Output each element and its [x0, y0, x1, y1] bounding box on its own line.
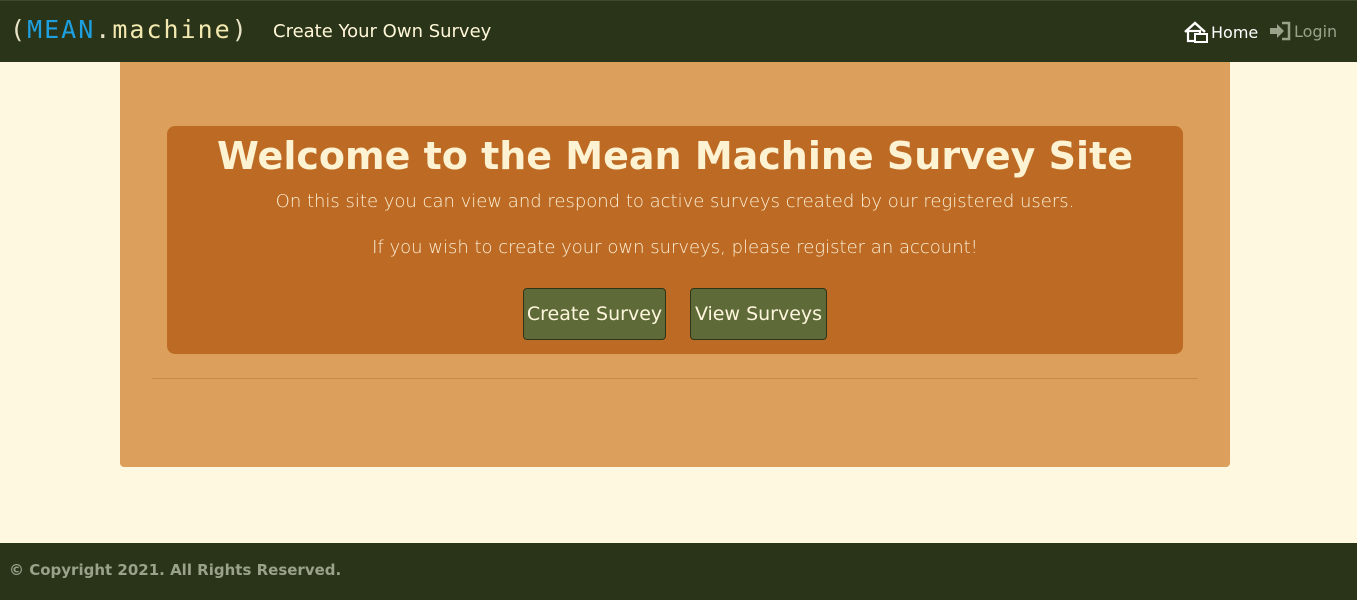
brand-machine: machine [112, 15, 232, 44]
nav-home-link[interactable]: Home [1183, 21, 1258, 43]
footer: © Copyright 2021. All Rights Reserved. [0, 543, 1357, 600]
brand-close-paren: ) [231, 15, 249, 44]
hero-description: On this site you can view and respond to… [275, 191, 1075, 212]
navbar-title[interactable]: Create Your Own Survey [273, 21, 491, 42]
brand-open-paren: ( [10, 15, 28, 44]
footer-copyright: © Copyright 2021. All Rights Reserved. [9, 561, 342, 579]
brand-dot: . [95, 15, 113, 44]
create-survey-button[interactable]: Create Survey [523, 288, 666, 340]
view-surveys-button[interactable]: View Surveys [690, 288, 827, 340]
hero-panel: Welcome to the Mean Machine Survey Site … [167, 126, 1183, 354]
navbar: (MEAN.machine) Create Your Own Survey Ho… [0, 0, 1357, 62]
main-card: Welcome to the Mean Machine Survey Site … [120, 62, 1230, 467]
nav-login-label: Login [1294, 21, 1338, 41]
nav-login-link[interactable]: Login [1268, 21, 1337, 41]
hero-register-prompt: If you wish to create your own surveys, … [372, 237, 978, 258]
divider [152, 378, 1198, 379]
brand-logo[interactable]: (MEAN.machine) [10, 15, 249, 44]
hero-heading: Welcome to the Mean Machine Survey Site [217, 134, 1133, 178]
nav-home-label: Home [1211, 22, 1259, 42]
login-icon [1268, 21, 1292, 41]
brand-mean: MEAN [27, 15, 96, 44]
home-icon [1183, 21, 1209, 43]
